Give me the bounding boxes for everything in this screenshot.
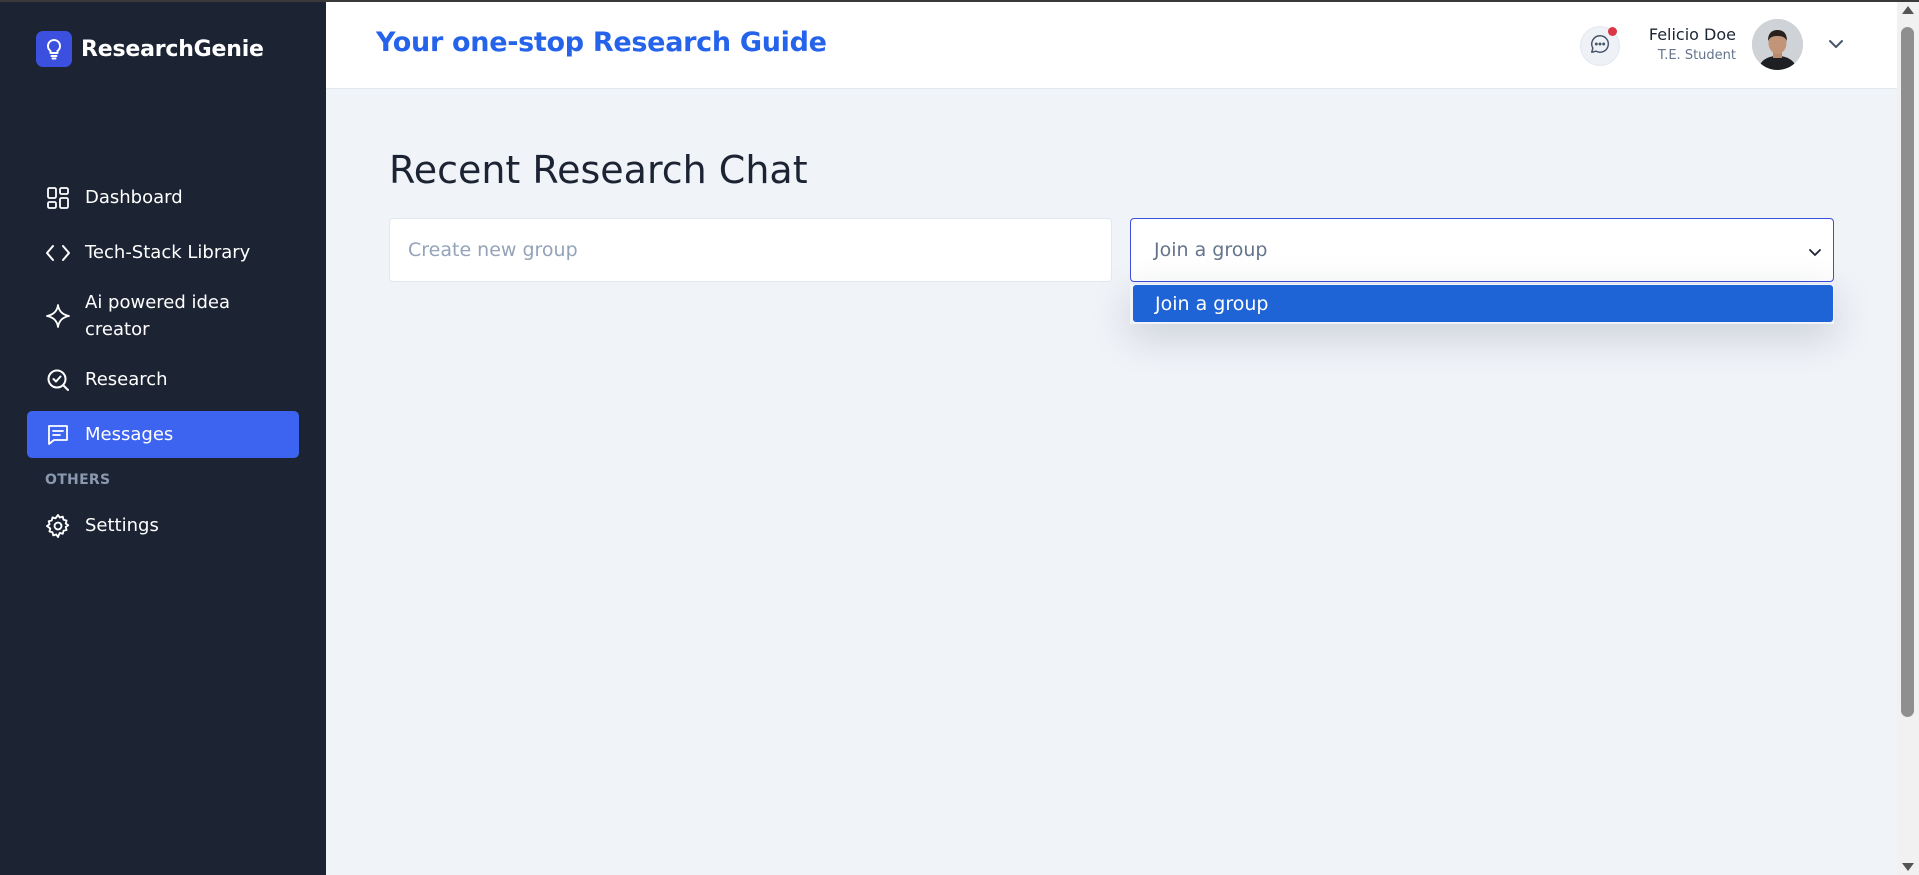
sidebar-item-dashboard[interactable]: Dashboard — [27, 174, 299, 221]
window-top-border — [0, 0, 1919, 2]
brand[interactable]: ResearchGenie — [36, 31, 264, 67]
dropdown-option-join-a-group[interactable]: Join a group — [1133, 285, 1833, 322]
sidebar-item-label: Research — [85, 369, 168, 390]
join-group-dropdown: Join a group — [1130, 284, 1834, 324]
sidebar-item-settings[interactable]: Settings — [27, 502, 299, 549]
user-role: T.E. Student — [1657, 48, 1736, 63]
code-icon — [45, 240, 71, 266]
scrollbar-thumb[interactable] — [1901, 27, 1914, 717]
page-tagline: Your one-stop Research Guide — [376, 27, 827, 58]
chat-bubble-icon — [1589, 33, 1611, 59]
sidebar-nav: Dashboard Tech-Stack Library Ai powered … — [27, 174, 299, 557]
chevron-down-icon — [1807, 243, 1823, 259]
sidebar: ResearchGenie Dashboard Tech-Stack Libra… — [0, 0, 326, 875]
message-icon — [45, 422, 71, 448]
sidebar-item-tech-stack-library[interactable]: Tech-Stack Library — [27, 229, 299, 276]
vertical-scrollbar[interactable] — [1897, 2, 1919, 875]
sidebar-item-label: Dashboard — [85, 187, 183, 208]
sparkle-icon — [45, 303, 71, 329]
notification-dot — [1608, 27, 1617, 36]
sidebar-item-label: Tech-Stack Library — [85, 242, 251, 263]
dashboard-grid-icon — [45, 185, 71, 211]
search-check-icon — [45, 367, 71, 393]
scroll-down-arrow-icon[interactable] — [1902, 863, 1914, 871]
join-group-selected-value: Join a group — [1154, 239, 1268, 261]
gear-icon — [45, 513, 71, 539]
sidebar-section-others: OTHERS — [45, 472, 111, 488]
sidebar-item-label: Settings — [85, 515, 159, 536]
page-title: Recent Research Chat — [389, 148, 808, 192]
sidebar-item-messages[interactable]: Messages — [27, 411, 299, 458]
join-group-select[interactable]: Join a group — [1130, 218, 1834, 282]
sidebar-item-label: Ai powered idea creator — [85, 292, 231, 340]
top-header: Your one-stop Research Guide Felicio Doe… — [326, 0, 1897, 89]
sidebar-item-ai-idea-creator[interactable]: Ai powered idea creator — [27, 284, 299, 348]
scroll-up-arrow-icon[interactable] — [1902, 6, 1914, 14]
brand-name: ResearchGenie — [81, 36, 264, 62]
sidebar-item-label: Messages — [85, 424, 174, 445]
sidebar-item-research[interactable]: Research — [27, 356, 299, 403]
notifications-button[interactable] — [1580, 26, 1620, 66]
user-menu-chevron-down-icon[interactable] — [1826, 34, 1846, 54]
user-name[interactable]: Felicio Doe — [1649, 25, 1736, 44]
lightbulb-icon — [36, 31, 72, 67]
avatar[interactable] — [1752, 19, 1803, 70]
create-group-input[interactable] — [389, 218, 1112, 282]
